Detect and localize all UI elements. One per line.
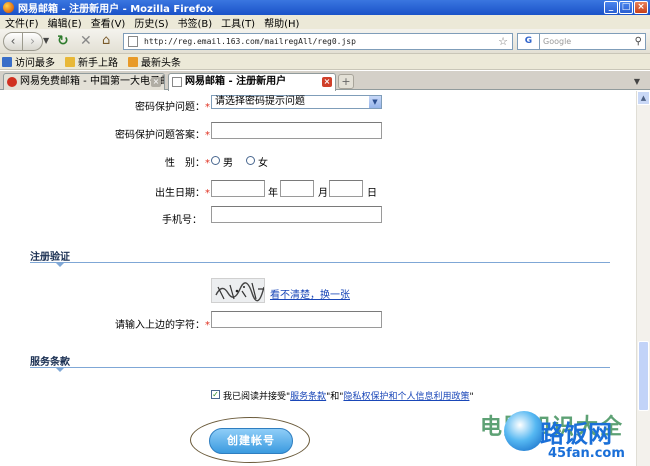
- new-tab-button[interactable]: +: [338, 74, 354, 89]
- close-tab-icon[interactable]: ×: [322, 77, 332, 87]
- watermark-globe-icon: [504, 411, 544, 451]
- menu-bookmarks[interactable]: 书签(B): [175, 15, 219, 30]
- menu-view[interactable]: 查看(V): [88, 15, 132, 30]
- stop-icon[interactable]: ✕: [80, 33, 92, 49]
- agree-terms-checkbox[interactable]: ✓: [211, 390, 220, 399]
- birthday-label: 出生日期：*: [155, 188, 210, 199]
- window-controls: _ □ ×: [604, 1, 648, 14]
- captcha-image: [211, 278, 265, 303]
- birth-year-input[interactable]: [211, 180, 265, 197]
- menu-history[interactable]: 历史(S): [131, 15, 174, 30]
- scroll-up-arrow-icon[interactable]: ▲: [637, 91, 650, 105]
- bookmark-getting-started[interactable]: 新手上路: [65, 54, 118, 69]
- window-title: 网易邮箱 - 注册新用户 - Mozilla Firefox: [18, 4, 214, 15]
- menu-bar: 文件(F) 编辑(E) 查看(V) 历史(S) 书签(B) 工具(T) 帮助(H…: [0, 15, 650, 30]
- menu-tools[interactable]: 工具(T): [218, 15, 261, 30]
- gender-label: 性 别：*: [165, 158, 210, 169]
- watermark-logo: 路饭网: [540, 420, 612, 448]
- tab-163-mail-home[interactable]: 网易免费邮箱 - 中国第一大电子邮… ×: [3, 73, 165, 90]
- security-question-value: 请选择密码提示问题: [215, 96, 305, 107]
- birth-day-input[interactable]: [329, 180, 363, 197]
- reload-icon[interactable]: ↻: [57, 33, 69, 49]
- search-placeholder: Google: [543, 37, 572, 46]
- terms-section-title: 服务条款: [30, 357, 70, 368]
- navigation-toolbar: ‹ › ▼ ↻ ✕ ⌂ http://reg.email.163.com/mai…: [0, 29, 650, 54]
- bookmark-label: 最新头条: [141, 58, 181, 69]
- vertical-scrollbar[interactable]: ▲: [636, 91, 650, 466]
- create-account-button[interactable]: 创建帐号: [209, 428, 293, 454]
- bookmark-star-icon[interactable]: ☆: [498, 34, 508, 49]
- privacy-policy-link[interactable]: 隐私权保护和个人信息利用政策: [343, 392, 469, 402]
- bookmark-latest-headlines[interactable]: 最新头条: [128, 54, 181, 69]
- captcha-code-input[interactable]: [211, 311, 382, 328]
- verification-section-title: 注册验证: [30, 252, 70, 263]
- tab-label: 网易邮箱 - 注册新用户: [185, 76, 287, 87]
- bookmark-label: 访问最多: [15, 58, 55, 69]
- menu-help[interactable]: 帮助(H): [261, 15, 305, 30]
- security-question-select[interactable]: 请选择密码提示问题 ▼: [211, 95, 382, 109]
- watermark-url: 45fan.com: [548, 446, 625, 461]
- section-divider: [30, 262, 610, 263]
- birth-month-input[interactable]: [280, 180, 314, 197]
- rss-feed-icon: [128, 56, 138, 67]
- tab-bar: 网易免费邮箱 - 中国第一大电子邮… × 网易邮箱 - 注册新用户 × + ▼: [0, 71, 650, 91]
- terms-of-service-link[interactable]: 服务条款: [290, 392, 326, 402]
- search-icon[interactable]: ⚲: [635, 34, 642, 49]
- tab-list-dropdown-icon[interactable]: ▼: [634, 77, 640, 86]
- history-dropdown-icon[interactable]: ▼: [43, 36, 49, 45]
- gender-male-radio[interactable]: [211, 156, 220, 165]
- 163-logo-icon: [7, 77, 17, 87]
- bookmark-label: 新手上路: [78, 58, 118, 69]
- checkmark-icon: ✓: [212, 390, 219, 399]
- close-tab-icon[interactable]: ×: [151, 77, 161, 87]
- most-visited-icon: [2, 56, 12, 67]
- agree-terms-text: 我已阅读并接受"服务条款"和"隐私权保护和个人信息利用政策": [223, 392, 474, 402]
- bookmarks-toolbar: 访问最多 新手上路 最新头条: [0, 54, 650, 70]
- chevron-down-icon: ▼: [369, 96, 381, 108]
- captcha-code-label: 请输入上边的字符：*: [115, 320, 210, 331]
- gender-male-label: 男: [223, 158, 233, 169]
- page-icon: [128, 36, 138, 47]
- security-answer-input[interactable]: [211, 122, 382, 139]
- section-pointer-icon: [56, 263, 64, 267]
- tab-register-new-user[interactable]: 网易邮箱 - 注册新用户 ×: [168, 73, 336, 91]
- home-icon[interactable]: ⌂: [102, 33, 110, 48]
- menu-file[interactable]: 文件(F): [2, 15, 45, 30]
- firefox-icon: [3, 2, 14, 13]
- maximize-button[interactable]: □: [619, 1, 633, 14]
- page-icon: [172, 77, 182, 87]
- year-unit: 年: [268, 188, 278, 199]
- bookmark-most-visited[interactable]: 访问最多: [2, 54, 55, 69]
- close-button[interactable]: ×: [634, 1, 648, 14]
- gender-female-label: 女: [258, 158, 268, 169]
- search-engine-google-icon[interactable]: G: [517, 33, 539, 50]
- back-button[interactable]: ‹: [3, 32, 23, 51]
- window-title-bar: 网易邮箱 - 注册新用户 - Mozilla Firefox _ □ ×: [0, 0, 650, 15]
- page-content: 密码保护问题：* 请选择密码提示问题 ▼ 密码保护问题答案：* 性 别：* 男 …: [0, 91, 636, 466]
- month-unit: 月: [318, 188, 328, 199]
- gender-female-radio[interactable]: [246, 156, 255, 165]
- day-unit: 日: [367, 188, 377, 199]
- forward-arrow-icon: ›: [30, 34, 35, 48]
- section-pointer-icon: [56, 368, 64, 372]
- forward-button[interactable]: ›: [23, 32, 43, 51]
- back-arrow-icon: ‹: [10, 34, 16, 48]
- section-divider: [30, 367, 610, 368]
- security-answer-label: 密码保护问题答案：*: [115, 130, 210, 141]
- menu-edit[interactable]: 编辑(E): [45, 15, 88, 30]
- url-text: http://reg.email.163.com/mailregAll/reg0…: [144, 37, 356, 46]
- phone-label: 手机号：: [162, 215, 202, 226]
- scroll-thumb[interactable]: [638, 341, 649, 411]
- captcha-noise-icon: [215, 282, 264, 302]
- search-input[interactable]: Google ⚲: [539, 33, 646, 50]
- security-question-label: 密码保护问题：*: [135, 102, 210, 113]
- folder-icon: [65, 56, 75, 67]
- tab-label: 网易免费邮箱 - 中国第一大电子邮…: [20, 76, 165, 87]
- url-bar[interactable]: http://reg.email.163.com/mailregAll/reg0…: [123, 33, 513, 50]
- minimize-button[interactable]: _: [604, 1, 618, 14]
- phone-input[interactable]: [211, 206, 382, 223]
- refresh-captcha-link[interactable]: 看不清楚，换一张: [270, 286, 350, 301]
